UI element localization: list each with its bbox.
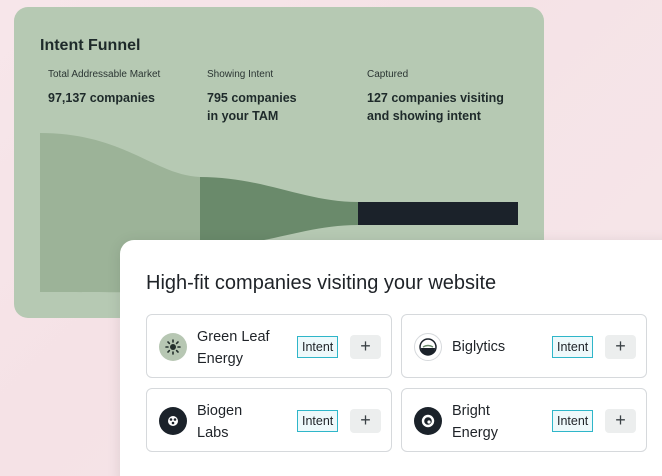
intent-badge: Intent <box>297 336 339 358</box>
company-name: Bright Energy <box>452 400 552 444</box>
company-name-line1: Green Leaf <box>197 329 270 345</box>
intent-badge: Intent <box>552 336 594 358</box>
stage-value: 97,137 companies <box>48 91 156 105</box>
high-fit-title: High-fit companies visiting your website <box>146 272 497 294</box>
add-button[interactable]: + <box>605 335 636 359</box>
company-card-bright-energy[interactable]: Bright Energy Intent + <box>401 388 647 452</box>
intent-badge: Intent <box>297 410 339 432</box>
add-button[interactable]: + <box>350 409 381 433</box>
stage-label: Captured <box>367 69 409 80</box>
stage-label: Showing Intent <box>207 69 274 80</box>
company-name-line1: Biglytics <box>452 339 506 355</box>
stage-total-addressable-market: Total Addressable Market 97,137 companie… <box>48 69 198 107</box>
company-card-green-leaf-energy[interactable]: Green Leaf Energy Intent + <box>146 314 392 378</box>
company-name-line2: Labs <box>197 425 229 441</box>
company-name: Green Leaf Energy <box>197 326 297 370</box>
funnel-title: Intent Funnel <box>40 37 141 54</box>
half-circle-icon <box>414 333 442 361</box>
funnel-stage-intent-shape <box>200 177 358 247</box>
stage-label: Total Addressable Market <box>48 69 161 80</box>
company-name-line2: Energy <box>452 425 498 441</box>
stage-value: 795 companies <box>207 91 297 105</box>
company-name-line1: Bright <box>452 403 490 419</box>
ring-icon <box>414 407 442 435</box>
add-button[interactable]: + <box>605 409 636 433</box>
stage-value-line2: and showing intent <box>367 109 481 123</box>
funnel-stage-captured <box>358 202 518 225</box>
dots-icon <box>159 407 187 435</box>
stage-captured: Captured 127 companies visiting and show… <box>367 69 527 125</box>
stage-value-line2: in your TAM <box>207 109 279 123</box>
stage-showing-intent: Showing Intent 795 companies in your TAM <box>207 69 327 125</box>
sun-icon <box>159 333 187 361</box>
company-name-line1: Biogen <box>197 403 243 419</box>
high-fit-companies-card: High-fit companies visiting your website… <box>120 240 662 476</box>
company-name-line2: Energy <box>197 351 243 367</box>
intent-badge: Intent <box>552 410 594 432</box>
company-name: Biogen Labs <box>197 400 297 444</box>
company-card-biglytics[interactable]: Biglytics Intent + <box>401 314 647 378</box>
stage-value: 127 companies visiting <box>367 91 504 105</box>
add-button[interactable]: + <box>350 335 381 359</box>
company-card-biogen-labs[interactable]: Biogen Labs Intent + <box>146 388 392 452</box>
